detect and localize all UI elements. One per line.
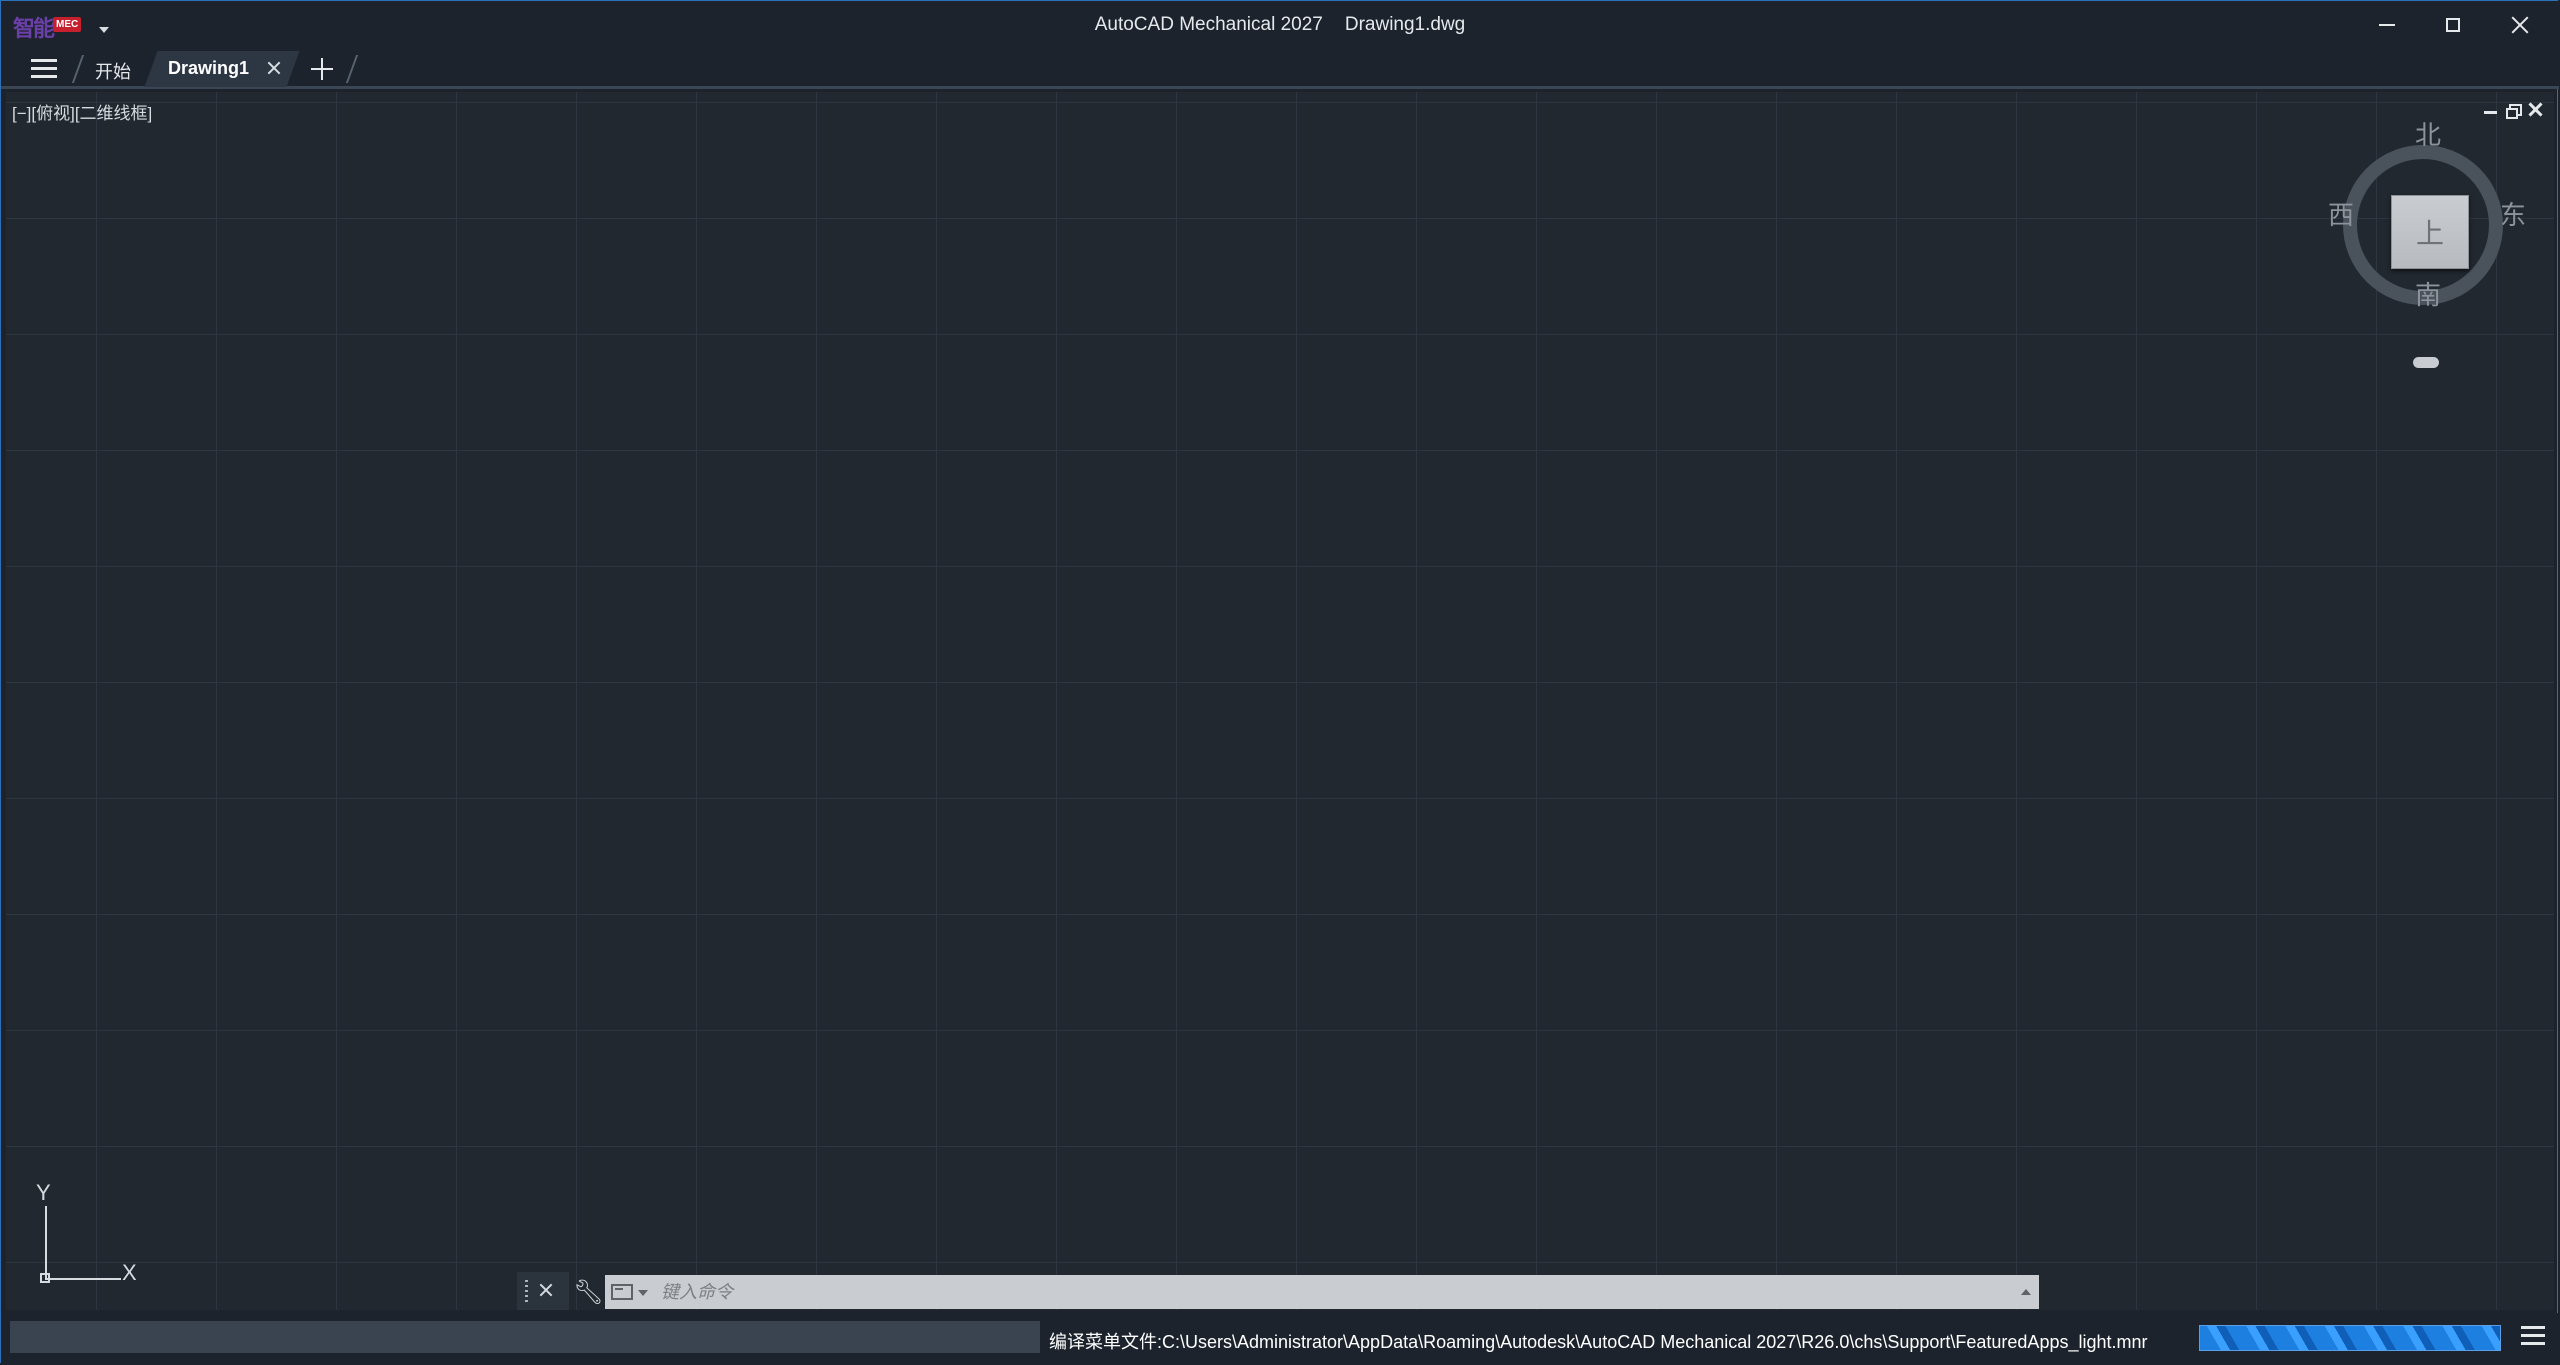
hamburger-icon xyxy=(2521,1326,2545,1329)
minimize-icon xyxy=(2379,24,2395,26)
progress-bar xyxy=(2199,1325,2501,1351)
command-window-icon[interactable] xyxy=(611,1284,633,1300)
compass-north[interactable]: 北 xyxy=(2415,115,2441,152)
status-bar-customize-button[interactable] xyxy=(2521,1326,2545,1348)
title-file-name: Drawing1.dwg xyxy=(1344,14,1466,35)
title-bar: 智能 MEC AutoCAD Mechanical 2027 Drawing1.d… xyxy=(1,1,2559,49)
progress-bar-fill xyxy=(2200,1326,2500,1350)
close-icon xyxy=(2511,16,2529,34)
ucs-x-axis xyxy=(45,1278,121,1280)
hamburger-menu-button[interactable] xyxy=(31,59,57,79)
window-title: AutoCAD Mechanical 2027 Drawing1.dwg xyxy=(1,14,2559,36)
tab-separator xyxy=(71,55,85,83)
command-input[interactable] xyxy=(661,1275,2001,1309)
tab-separator xyxy=(345,55,359,83)
status-bar: 编译菜单文件:C:\Users\Administrator\AppData\Ro… xyxy=(1,1313,2559,1363)
compass-east[interactable]: 东 xyxy=(2500,195,2526,232)
viewport-controls-label[interactable]: [−][俯视][二维线框] xyxy=(12,99,152,124)
close-command-line-icon[interactable] xyxy=(539,1283,553,1297)
ucs-icon: Y X xyxy=(20,1180,137,1292)
hamburger-icon xyxy=(31,59,57,62)
command-line-handle[interactable] xyxy=(517,1272,569,1310)
title-app-name: AutoCAD Mechanical 2027 xyxy=(1094,14,1323,35)
viewcube-top-face[interactable]: 上 xyxy=(2391,195,2469,269)
minimize-button[interactable] xyxy=(2352,1,2422,49)
viewcube[interactable]: 北 南 西 东 上 xyxy=(2322,112,2542,372)
ucs-x-label: X xyxy=(122,1260,137,1285)
maximize-icon xyxy=(2446,18,2460,32)
wrench-icon[interactable]: 🔧︎ xyxy=(573,1278,603,1307)
ucs-y-label: Y xyxy=(36,1180,51,1205)
tab-drawing1[interactable]: Drawing1 xyxy=(168,58,249,79)
compass-west[interactable]: 西 xyxy=(2328,195,2354,232)
ucs-origin-marker xyxy=(40,1273,50,1283)
status-message: 编译菜单文件:C:\Users\Administrator\AppData\Ro… xyxy=(1049,1332,2148,1352)
compass-south[interactable]: 南 xyxy=(2415,275,2441,312)
drag-grip-icon[interactable] xyxy=(525,1280,528,1302)
tab-close-icon[interactable] xyxy=(267,61,281,75)
command-line xyxy=(605,1275,2039,1309)
wcs-menu-button[interactable] xyxy=(2413,357,2439,368)
new-tab-plus-icon[interactable] xyxy=(311,58,333,80)
drawing-viewport[interactable]: [−][俯视][二维线框] 北 南 西 东 上 Y X xyxy=(6,92,2554,1310)
file-tab-bar: 开始 Drawing1 xyxy=(1,49,2559,89)
status-left-panel xyxy=(10,1321,1040,1353)
ucs-y-axis xyxy=(45,1206,47,1280)
tab-start[interactable]: 开始 xyxy=(95,58,131,84)
chevron-down-icon[interactable] xyxy=(638,1290,648,1296)
close-window-button[interactable] xyxy=(2485,1,2555,49)
maximize-button[interactable] xyxy=(2418,1,2488,49)
chevron-up-icon[interactable] xyxy=(2021,1289,2031,1295)
